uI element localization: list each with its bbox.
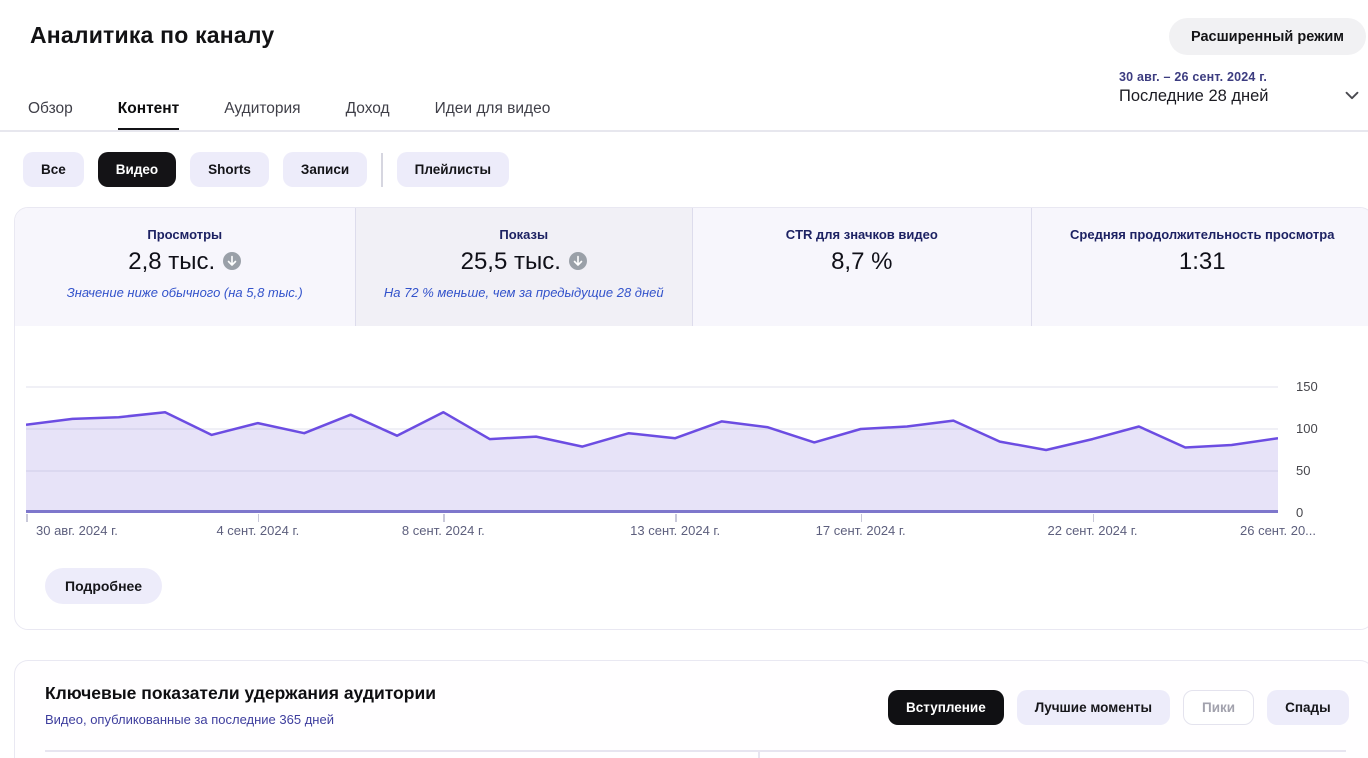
retention-card: Ключевые показатели удержания аудитории … [14, 660, 1368, 758]
date-range-text: 30 авг. – 26 сент. 2024 г. [1119, 70, 1269, 84]
impressions-trend-chart[interactable]: 150 100 50 0 30 авг. 2024 г. 4 сент. 2024 г. 8… [15, 326, 1368, 571]
retention-segment-buttons: Вступление Лучшие моменты Пики Спады [888, 690, 1349, 725]
metric-value: 25,5 тыс. [356, 248, 693, 276]
tab-video-ideas[interactable]: Идеи для видео [435, 91, 551, 131]
retention-title: Ключевые показатели удержания аудитории [45, 683, 436, 704]
metric-note: На 72 % меньше, чем за предыдущие 28 дне… [356, 285, 693, 300]
date-preset-text: Последние 28 дней [1119, 87, 1269, 106]
page-title: Аналитика по каналу [30, 22, 274, 49]
trend-line [26, 384, 1278, 516]
chip-all[interactable]: Все [23, 152, 84, 187]
tabs-divider [0, 130, 1368, 132]
chip-shorts[interactable]: Shorts [190, 152, 269, 187]
x-axis-tick-label: 17 сент. 2024 г. [816, 523, 906, 538]
chevron-down-icon[interactable] [1341, 84, 1363, 106]
metric-note: Значение ниже обычного (на 5,8 тыс.) [15, 285, 355, 300]
metric-value: 1:31 [1032, 248, 1368, 276]
metric-avg-duration[interactable]: Средняя продолжительность просмотра 1:31 [1032, 208, 1368, 326]
retention-table-divider [45, 750, 1346, 752]
segment-dips-button[interactable]: Спады [1267, 690, 1349, 725]
content-filter-chips: Все Видео Shorts Записи Плейлисты [23, 152, 509, 187]
retention-table-column-divider [758, 752, 760, 758]
x-axis-tick-label: 22 сент. 2024 г. [1048, 523, 1138, 538]
metric-label: Показы [356, 227, 693, 242]
x-axis-tick-label: 26 сент. 20... [1240, 523, 1316, 538]
segment-spikes-button[interactable]: Пики [1183, 690, 1254, 725]
segment-intro-button[interactable]: Вступление [888, 690, 1004, 725]
chip-playlists[interactable]: Плейлисты [397, 152, 509, 187]
retention-subtitle: Видео, опубликованные за последние 365 д… [45, 712, 334, 727]
y-axis-tick-label: 100 [1296, 421, 1336, 436]
x-axis-tick [443, 514, 445, 522]
metrics-chart-card: Просмотры 2,8 тыс. Значение ниже обычног… [14, 207, 1368, 630]
metric-label: Средняя продолжительность просмотра [1032, 227, 1368, 242]
tab-content[interactable]: Контент [118, 91, 179, 131]
metric-ctr[interactable]: CTR для значков видео 8,7 % [693, 208, 1032, 326]
metric-label: Просмотры [15, 227, 355, 242]
x-axis-tick-label: 8 сент. 2024 г. [402, 523, 485, 538]
metric-row: Просмотры 2,8 тыс. Значение ниже обычног… [15, 208, 1368, 326]
down-arrow-icon [223, 252, 241, 270]
y-axis-tick-label: 50 [1296, 463, 1336, 478]
metric-label: CTR для значков видео [693, 227, 1031, 242]
date-range-picker[interactable]: 30 авг. – 26 сент. 2024 г. Последние 28 … [1119, 70, 1269, 106]
chip-video[interactable]: Видео [98, 152, 176, 187]
metric-value: 2,8 тыс. [15, 248, 355, 276]
y-axis-tick-label: 150 [1296, 379, 1336, 394]
chips-divider [381, 153, 383, 187]
channel-analytics-page: Аналитика по каналу Расширенный режим 30… [0, 0, 1368, 758]
chip-posts[interactable]: Записи [283, 152, 367, 187]
x-axis-tick-label: 13 сент. 2024 г. [630, 523, 720, 538]
x-axis-tick [258, 514, 260, 522]
y-axis-tick-label: 0 [1296, 505, 1336, 520]
tab-overview[interactable]: Обзор [28, 91, 73, 131]
metric-value: 8,7 % [693, 248, 1031, 276]
x-axis-tick-label: 30 авг. 2024 г. [36, 523, 118, 538]
metric-views[interactable]: Просмотры 2,8 тыс. Значение ниже обычног… [15, 208, 356, 326]
x-axis-tick-label: 4 сент. 2024 г. [216, 523, 299, 538]
details-button[interactable]: Подробнее [45, 568, 162, 604]
x-axis-tick [1093, 514, 1095, 522]
x-axis-tick [675, 514, 677, 522]
advanced-mode-button[interactable]: Расширенный режим [1169, 18, 1366, 55]
x-axis-tick [26, 514, 28, 522]
segment-top-moments-button[interactable]: Лучшие моменты [1017, 690, 1170, 725]
x-axis-tick [861, 514, 863, 522]
down-arrow-icon [569, 252, 587, 270]
tab-revenue[interactable]: Доход [346, 91, 390, 131]
analytics-tabs: Обзор Контент Аудитория Доход Идеи для в… [28, 91, 550, 131]
tab-audience[interactable]: Аудитория [224, 91, 300, 131]
metric-impressions[interactable]: Показы 25,5 тыс. На 72 % меньше, чем за … [356, 208, 694, 326]
